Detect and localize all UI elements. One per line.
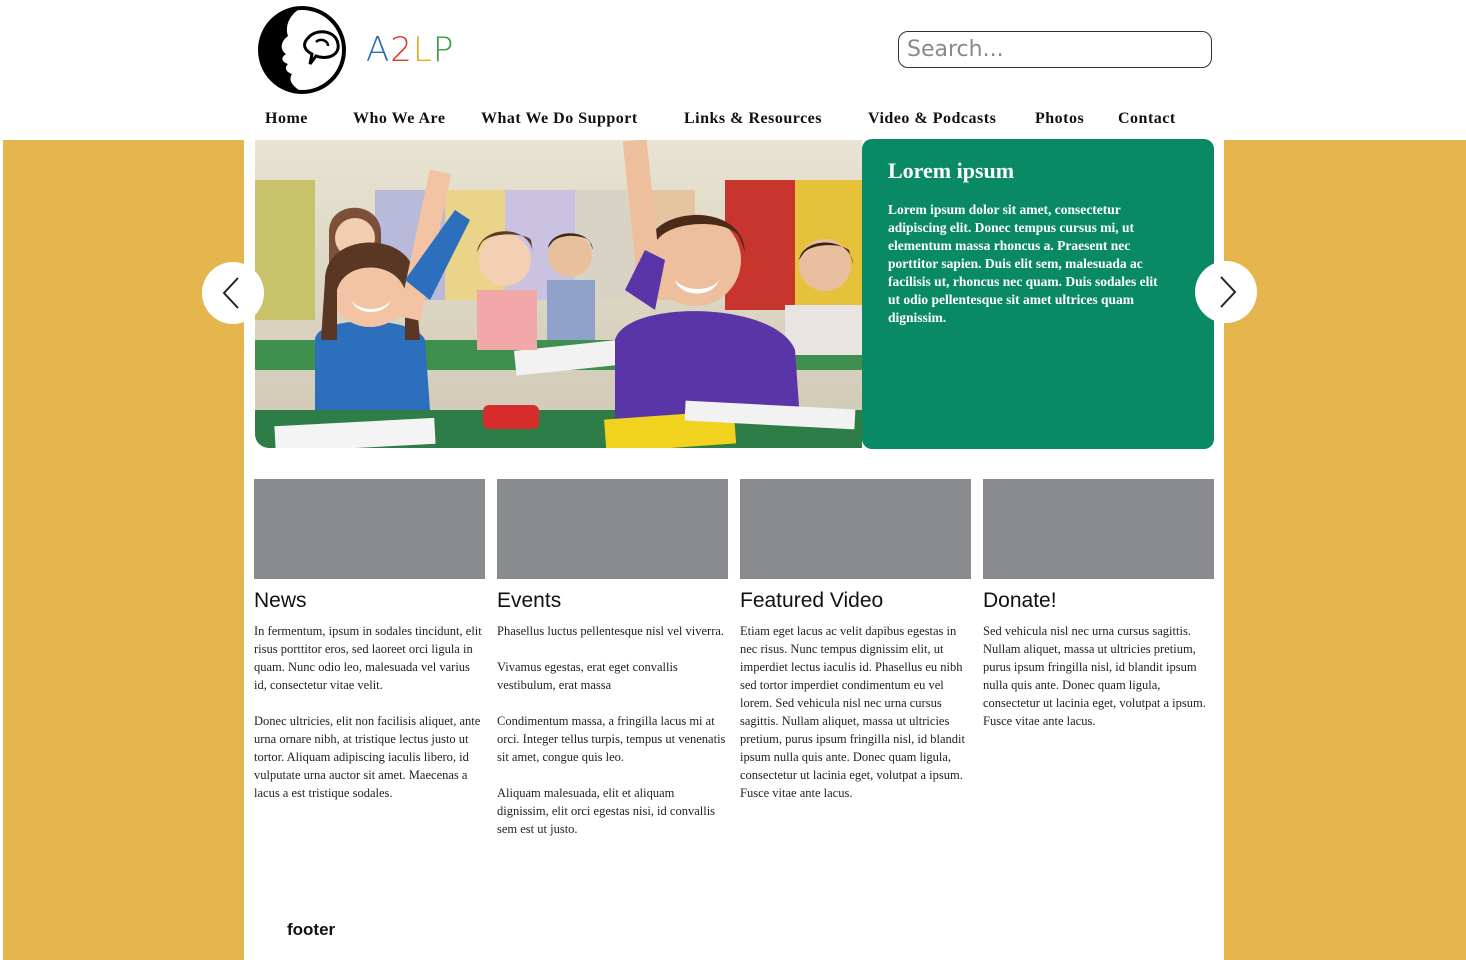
search-input[interactable] [907, 36, 1197, 62]
hero-card: Lorem ipsum Lorem ipsum dolor sit amet, … [862, 139, 1214, 449]
events-heading[interactable]: Events [497, 588, 728, 614]
brand-letter: P [432, 30, 455, 70]
brand-wordmark[interactable]: A2LP [366, 30, 454, 70]
featured-video-column: Featured Video Etiam eget lacus ac velit… [740, 479, 971, 820]
events-column: Events Phasellus luctus pellentesque nis… [497, 479, 728, 856]
nav-item-what-we-do-support[interactable]: What We Do Support [481, 110, 638, 128]
news-thumbnail[interactable] [254, 479, 485, 579]
logo-icon[interactable] [258, 2, 348, 96]
events-paragraph: Vivamus egestas, erat eget convallis ves… [497, 660, 678, 692]
donate-paragraph: Sed vehicula nisl nec urna cursus sagitt… [983, 624, 1206, 728]
featured-video-paragraph: Etiam eget lacus ac velit dapibus egesta… [740, 624, 965, 800]
footer-label: footer [287, 920, 336, 939]
donate-thumbnail[interactable] [983, 479, 1214, 579]
events-thumbnail[interactable] [497, 479, 728, 579]
news-heading[interactable]: News [254, 588, 485, 614]
hero-body: Lorem ipsum dolor sit amet, consectetur … [888, 202, 1158, 325]
featured-video-heading[interactable]: Featured Video [740, 588, 971, 614]
chevron-right-icon [1220, 276, 1237, 308]
carousel-next-button[interactable] [1195, 261, 1257, 323]
events-paragraph: Phasellus luctus pellentesque nisl vel v… [497, 624, 725, 638]
events-paragraph: Condimentum massa, a fringilla lacus mi … [497, 714, 726, 764]
donate-body: Sed vehicula nisl nec urna cursus sagitt… [983, 622, 1214, 730]
brand-letter: 2 [390, 30, 413, 70]
events-body: Phasellus luctus pellentesque nisl vel v… [497, 622, 728, 838]
nav-item-home[interactable]: Home [265, 110, 308, 128]
nav-item-who-we-are[interactable]: Who We Are [353, 110, 445, 128]
featured-video-body: Etiam eget lacus ac velit dapibus egesta… [740, 622, 971, 802]
donate-heading[interactable]: Donate! [983, 588, 1214, 614]
carousel-prev-button[interactable] [202, 262, 264, 324]
brand-letter: L [412, 30, 433, 70]
news-column: News In fermentum, ipsum in sodales tinc… [254, 479, 485, 820]
nav-item-video-podcasts[interactable]: Video & Podcasts [868, 110, 996, 128]
hero-title: Lorem ipsum [888, 158, 1015, 183]
donate-column: Donate! Sed vehicula nisl nec urna cursu… [983, 479, 1214, 748]
main-nav: Home Who We Are What We Do Support Links… [0, 110, 1466, 134]
brand-letter: A [366, 30, 391, 70]
search-box [898, 31, 1212, 68]
news-body: In fermentum, ipsum in sodales tincidunt… [254, 622, 485, 802]
events-paragraph: Aliquam malesuada, elit et aliquam digni… [497, 786, 716, 836]
nav-item-contact[interactable]: Contact [1118, 110, 1176, 128]
hero-image [255, 140, 862, 448]
nav-item-photos[interactable]: Photos [1035, 110, 1084, 128]
chevron-left-icon [222, 277, 239, 309]
news-paragraph: Donec ultricies, elit non facilisis aliq… [254, 714, 481, 800]
featured-video-thumbnail[interactable] [740, 479, 971, 579]
nav-item-links-resources[interactable]: Links & Resources [684, 110, 822, 128]
news-paragraph: In fermentum, ipsum in sodales tincidunt… [254, 624, 482, 692]
